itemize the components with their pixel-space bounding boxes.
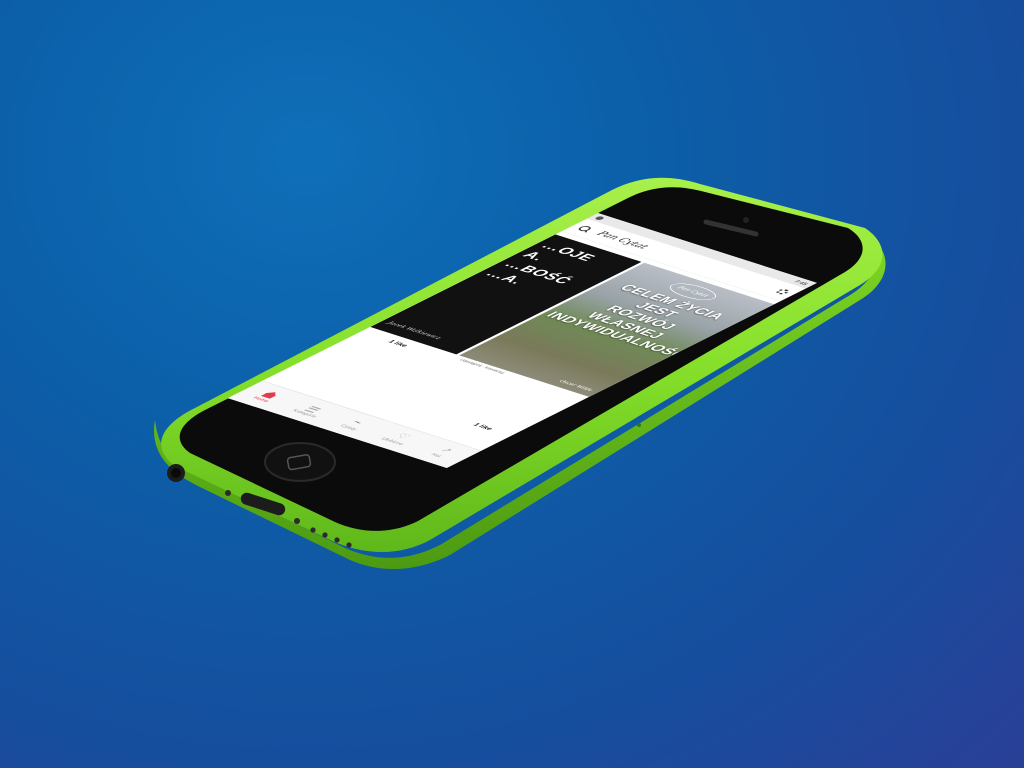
home-button[interactable] [264,442,336,482]
mic-hole [637,423,641,427]
front-camera [743,217,749,223]
phone-mockup: 7:45 Pan Cytat …OJE A. …BOŚĆ …A. Jacek W… [0,0,1024,768]
screw [294,518,300,524]
tab-label: Hot [429,452,443,459]
notification-icon [593,215,606,221]
like-count[interactable]: 1 like [471,422,495,431]
search-icon[interactable] [575,224,595,232]
screw [225,490,231,496]
like-count[interactable]: 1 like [387,339,411,348]
gear-icon[interactable] [774,288,792,296]
